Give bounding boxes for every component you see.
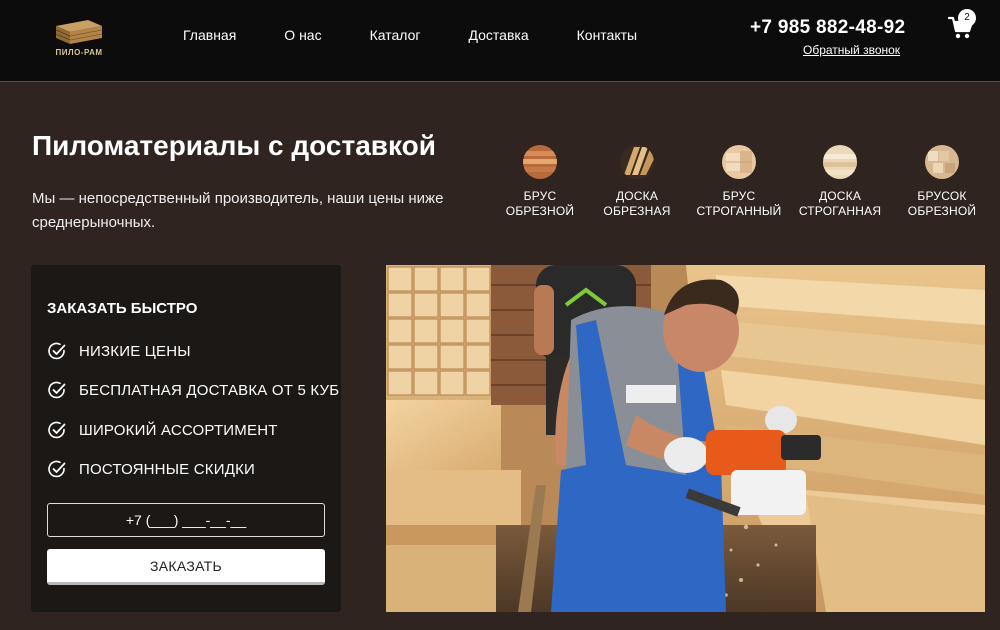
feature-item: НИЗКИЕ ЦЕНЫ [47,341,191,361]
category-line1: Брус [523,189,557,203]
category-line2: обрезной [505,204,575,218]
check-circle-icon [48,421,66,439]
category-brusok-obreznoy[interactable]: Брусок обрезной [897,145,987,219]
feature-text: БЕСПЛАТНАЯ ДОСТАВКА ОТ 5 КУБ [79,381,340,399]
feature-text: НИЗКИЕ ЦЕНЫ [79,342,191,360]
category-thumb [722,145,756,179]
planed-board-icon [823,145,857,179]
category-line1: Доска [818,189,862,203]
category-line1: Брус [722,189,756,203]
quick-order-panel: ЗАКАЗАТЬ БЫСТРО НИЗКИЕ ЦЕНЫ БЕСПЛАТНАЯ Д… [31,265,341,612]
nav-home[interactable]: Главная [183,27,236,43]
site-header: ПИЛО-РАМ Главная О нас Каталог Доставка … [0,0,1000,82]
check-circle-icon [48,381,66,399]
phone-input[interactable] [47,503,325,537]
batten-icon [925,145,959,179]
feature-item: БЕСПЛАТНАЯ ДОСТАВКА ОТ 5 КУБ [47,380,339,400]
category-line2: обрезная [603,204,671,218]
category-line2: обрезной [907,204,977,218]
lumber-stack-logo-icon [55,20,103,44]
hero-photo [386,265,985,612]
category-line1: Брусок [917,189,967,203]
logo[interactable]: ПИЛО-РАМ [48,16,110,57]
category-doska-obreznaya[interactable]: Доска обрезная [592,145,682,219]
lumber-beam-icon [523,145,557,179]
category-line2: строганный [696,204,782,218]
feature-item: ШИРОКИЙ АССОРТИМЕНТ [47,420,278,440]
hero-subtitle: Мы — непосредственный производитель, наш… [32,190,444,231]
nav-about[interactable]: О нас [284,27,321,43]
category-thumb [620,145,654,179]
category-line1: Доска [615,189,659,203]
header-phone[interactable]: +7 985 882-48-92 [750,17,905,39]
board-stack-icon [620,145,654,179]
category-list: Брус обрезной Доска обрезная Брус строганны… [495,145,995,225]
category-thumb [823,145,857,179]
category-thumb [523,145,557,179]
category-brus-obreznoy[interactable]: Брус обрезной [495,145,585,219]
category-brus-struganny[interactable]: Брус строганный [694,145,784,219]
check-circle-icon [48,460,66,478]
nav-catalog[interactable]: Каталог [370,27,421,43]
check-circle-icon [48,342,66,360]
logo-text: ПИЛО-РАМ [55,48,103,57]
feature-text: ПОСТОЯННЫЕ СКИДКИ [79,460,255,478]
page-title: Пиломатериалы с доставкой [32,130,436,161]
feature-item: ПОСТОЯННЫЕ СКИДКИ [47,459,255,479]
nav-contacts[interactable]: Контакты [577,27,637,43]
planed-beam-icon [722,145,756,179]
quick-order-title: ЗАКАЗАТЬ БЫСТРО [47,300,198,317]
category-thumb [925,145,959,179]
feature-text: ШИРОКИЙ АССОРТИМЕНТ [79,421,278,439]
callback-link[interactable]: Обратный звонок [803,43,900,57]
sawmill-worker-image [386,265,985,612]
cart-count-badge: 2 [958,9,976,27]
main-nav: Главная О нас Каталог Доставка Контакты [183,27,685,43]
order-button[interactable]: ЗАКАЗАТЬ [47,549,325,585]
category-line2: строганная [798,204,882,218]
category-doska-strugannaya[interactable]: Доска строганная [795,145,885,219]
nav-delivery[interactable]: Доставка [469,27,529,43]
